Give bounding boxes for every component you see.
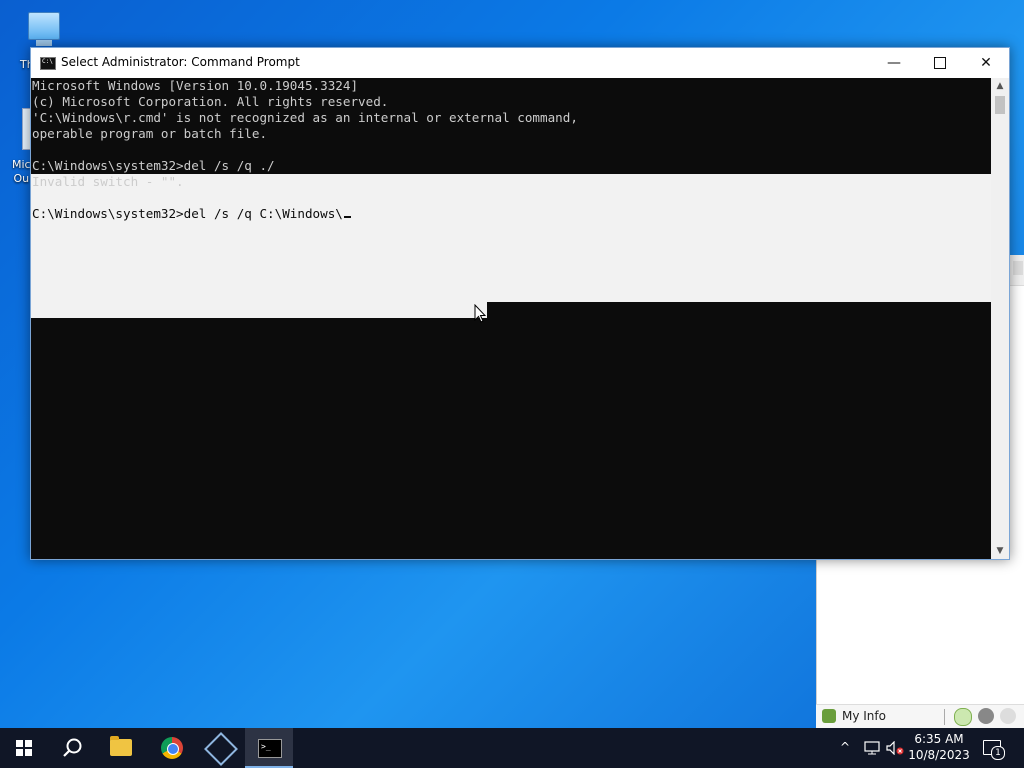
- maximize-button[interactable]: [917, 48, 963, 78]
- command-prompt-window[interactable]: Select Administrator: Command Prompt — ✕…: [30, 47, 1010, 560]
- computer-stand: [36, 40, 52, 46]
- scroll-down-arrow[interactable]: ▼: [991, 543, 1009, 559]
- file-explorer-button[interactable]: [98, 728, 146, 768]
- my-info-link[interactable]: My Info: [842, 709, 886, 723]
- command-prompt-icon: [258, 739, 282, 758]
- footer-divider: [944, 709, 945, 725]
- desktop-icon-label: Mic Ou: [12, 158, 31, 185]
- console-line: 'C:\Windows\r.cmd' is not recognized as …: [32, 110, 578, 125]
- console-line: Invalid switch - "".: [32, 174, 184, 189]
- windows-logo-icon: [16, 740, 32, 756]
- status-offline-icon[interactable]: [1000, 708, 1016, 724]
- show-hidden-icons-chevron-icon[interactable]: ^: [840, 740, 850, 754]
- search-button[interactable]: [48, 728, 96, 768]
- text-cursor: [343, 216, 351, 218]
- action-center-button[interactable]: 1: [980, 736, 1005, 760]
- virtualbox-button[interactable]: [196, 728, 244, 768]
- vertical-scrollbar[interactable]: ▲ ▼: [991, 78, 1009, 559]
- console-line: (c) Microsoft Corporation. All rights re…: [32, 94, 389, 109]
- console-line: operable program or batch file.: [32, 126, 268, 141]
- start-button[interactable]: [0, 728, 48, 768]
- console-output[interactable]: Microsoft Windows [Version 10.0.19045.33…: [31, 78, 991, 559]
- chrome-button[interactable]: [148, 728, 196, 768]
- panel-footer: My Info: [816, 704, 1024, 729]
- search-icon: [63, 738, 82, 757]
- command-prompt-icon: [40, 57, 56, 70]
- scroll-up-arrow[interactable]: ▲: [991, 78, 1009, 94]
- console-prompt-text: C:\Windows\system32>del /s /q C:\Windows…: [32, 206, 343, 221]
- console-prompt-line: C:\Windows\system32>del /s /q C:\Windows…: [32, 206, 351, 222]
- taskbar-clock[interactable]: 6:35 AM 10/8/2023: [908, 731, 970, 763]
- status-busy-icon[interactable]: [978, 708, 994, 724]
- folder-icon: [110, 736, 132, 756]
- maximize-icon: [934, 57, 946, 69]
- notification-count-badge: 1: [991, 746, 1005, 760]
- console-line: C:\Windows\system32>del /s /q ./: [32, 158, 275, 173]
- window-titlebar[interactable]: Select Administrator: Command Prompt — ✕: [31, 48, 1009, 78]
- chrome-icon: [161, 737, 183, 759]
- panel-scroll-box[interactable]: [1013, 261, 1023, 275]
- computer-icon: [28, 12, 60, 40]
- network-icon[interactable]: [864, 741, 880, 755]
- console-line: Microsoft Windows [Version 10.0.19045.33…: [32, 78, 359, 93]
- scrollbar-thumb[interactable]: [995, 96, 1005, 114]
- window-title: Select Administrator: Command Prompt: [61, 55, 300, 69]
- command-prompt-taskbar-button[interactable]: [245, 728, 293, 768]
- volume-muted-icon[interactable]: [886, 741, 904, 755]
- close-button[interactable]: ✕: [963, 48, 1009, 78]
- virtualbox-icon: [204, 732, 238, 766]
- clock-time: 6:35 AM: [914, 732, 964, 746]
- status-online-icon[interactable]: [954, 708, 972, 726]
- clock-date: 10/8/2023: [908, 748, 970, 762]
- my-info-icon: [822, 709, 836, 723]
- selection-highlight: [487, 174, 991, 302]
- minimize-button[interactable]: —: [871, 48, 917, 78]
